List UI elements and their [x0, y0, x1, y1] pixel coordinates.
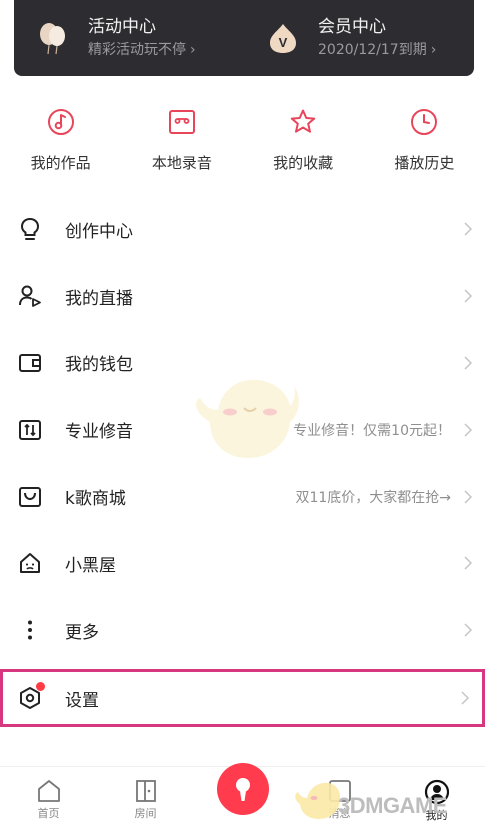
home-icon — [37, 780, 60, 802]
equalizer-icon — [17, 417, 43, 443]
menu-label: 专业修音 — [65, 422, 133, 443]
vip-badge-icon: V — [266, 21, 300, 55]
menu-label: k歌商城 — [65, 489, 126, 510]
microphone-icon — [235, 778, 250, 801]
watermark-text: 3DMGAME — [338, 793, 447, 818]
notification-dot — [36, 682, 45, 691]
tab-label: 首页 — [37, 807, 60, 820]
chevron-right-icon — [464, 556, 473, 570]
vip-center-title: 会员中心 — [318, 16, 386, 37]
menu-label: 我的钱包 — [65, 355, 133, 376]
menu-label: 更多 — [65, 622, 99, 643]
shop-bag-icon — [17, 484, 43, 510]
chevron-right-icon: › — [430, 41, 437, 58]
shortcut-local-recordings[interactable]: 本地录音 — [121, 106, 242, 186]
vip-expiry-date: 2020/12/17到期 — [318, 41, 427, 58]
menu-item-black-room[interactable]: 小黑屋 — [0, 530, 485, 597]
chevron-right-icon — [461, 691, 470, 705]
chevron-right-icon: › — [190, 41, 196, 58]
music-note-icon — [45, 106, 77, 138]
house-icon — [17, 550, 43, 576]
menu-item-settings[interactable]: 设置 — [0, 669, 485, 727]
menu-item-creation-center[interactable]: 创作中心 — [0, 196, 485, 263]
mascot-watermark-icon — [195, 379, 299, 458]
menu-label: 我的直播 — [65, 288, 133, 309]
settings-hex-icon — [17, 682, 45, 711]
menu-item-my-live[interactable]: 我的直播 — [0, 263, 485, 330]
shortcut-my-works[interactable]: 我的作品 — [0, 106, 121, 186]
shortcut-row: 我的作品 本地录音 我的收藏 播放历史 — [0, 106, 485, 186]
live-user-icon — [17, 283, 43, 309]
shortcut-label: 播放历史 — [394, 154, 455, 172]
shortcut-label: 我的作品 — [30, 154, 91, 172]
bird-watermark-icon — [295, 782, 341, 819]
chevron-right-icon — [464, 356, 473, 370]
cassette-icon — [166, 106, 198, 138]
activity-center-subtitle: 精彩活动玩不停 — [88, 41, 186, 58]
tab-home[interactable]: 首页 — [0, 767, 97, 827]
chevron-right-icon — [464, 623, 473, 637]
vip-center-card[interactable]: V 会员中心 2020/12/17到期 › — [244, 0, 474, 76]
wallet-icon — [17, 350, 43, 376]
chevron-right-icon — [464, 423, 473, 437]
tab-label: 房间 — [134, 807, 157, 820]
balloons-icon — [36, 21, 70, 55]
top-banner: 活动中心 精彩活动玩不停 › V 会员中心 2020/12/17到期 › — [14, 0, 474, 76]
menu-label: 创作中心 — [65, 221, 133, 242]
menu-label: 设置 — [65, 690, 99, 711]
shortcut-play-history[interactable]: 播放历史 — [364, 106, 485, 186]
shortcut-label: 我的收藏 — [273, 154, 334, 172]
tab-room[interactable]: 房间 — [97, 767, 194, 827]
shortcut-my-favorites[interactable]: 我的收藏 — [243, 106, 364, 186]
more-vertical-icon — [17, 617, 43, 643]
activity-center-card[interactable]: 活动中心 精彩活动玩不停 › — [14, 0, 244, 76]
star-icon — [287, 106, 319, 138]
clock-icon — [408, 106, 440, 138]
activity-center-title: 活动中心 — [88, 16, 156, 37]
menu-hint: 双11底价，大家都在抢→ — [295, 489, 451, 506]
microphone-button[interactable] — [216, 763, 269, 815]
chevron-right-icon — [464, 222, 473, 236]
chevron-right-icon — [464, 490, 473, 504]
menu-hint: 专业修音！仅需10元起！ — [293, 422, 451, 439]
tab-sing[interactable] — [194, 763, 291, 827]
menu-item-more[interactable]: 更多 — [0, 597, 485, 664]
svg-text:V: V — [279, 35, 288, 50]
menu-label: 小黑屋 — [65, 555, 116, 576]
door-icon — [135, 780, 156, 802]
lightbulb-icon — [17, 216, 43, 242]
shortcut-label: 本地录音 — [151, 154, 212, 172]
chevron-right-icon — [464, 289, 473, 303]
menu-item-k-song-shop[interactable]: k歌商城 双11底价，大家都在抢→ — [0, 463, 485, 530]
